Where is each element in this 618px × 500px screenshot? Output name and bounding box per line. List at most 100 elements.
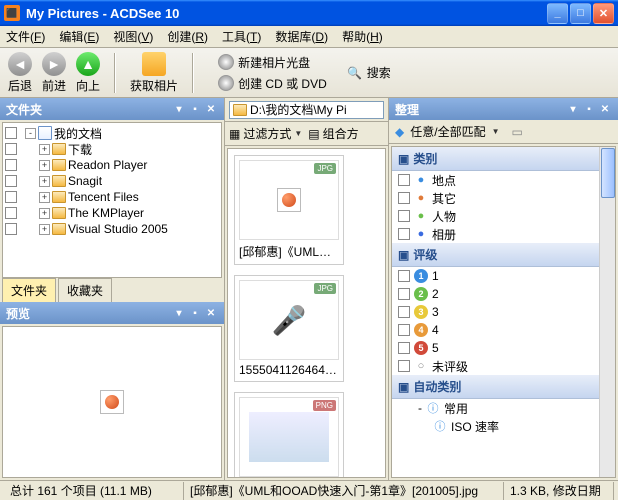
path-input[interactable]: D:\我的文档\My Pi (229, 101, 384, 119)
collapse-icon[interactable]: ▣ (398, 248, 409, 262)
rating-item[interactable]: 44 (392, 321, 615, 339)
item-label: 相册 (432, 226, 456, 243)
group-button[interactable]: ▤ 组合方 (308, 125, 358, 142)
panel-menu-icon[interactable]: ▾ (172, 102, 186, 116)
clear-icon[interactable]: ▭ (512, 125, 523, 139)
scrollbar[interactable] (599, 147, 615, 477)
tab-favorites[interactable]: 收藏夹 (58, 278, 112, 302)
checkbox[interactable] (398, 324, 410, 336)
checkbox[interactable] (398, 342, 410, 354)
menu-h[interactable]: 帮助(H) (342, 28, 383, 45)
checkbox[interactable] (5, 127, 17, 139)
checkbox[interactable] (398, 210, 410, 222)
checkbox[interactable] (398, 192, 410, 204)
group-header[interactable]: ▣评级 (392, 243, 615, 267)
back-button[interactable]: ◄ 后退 (8, 52, 32, 94)
group-header[interactable]: ▣类别 (392, 147, 615, 171)
tree-item[interactable]: +下载 (5, 141, 219, 157)
auto-common[interactable]: -ⓘ常用 (392, 399, 615, 417)
tree-item[interactable]: +Visual Studio 2005 (5, 221, 219, 237)
group-header[interactable]: ▣自动类别 (392, 375, 615, 399)
checkbox[interactable] (5, 207, 17, 219)
expand-icon[interactable]: + (39, 176, 50, 187)
status-file: [邱郁惠]《UML和OOAD快速入门-第1章》[201005].jpg (184, 482, 504, 500)
expand-icon[interactable]: - (418, 401, 422, 415)
checkbox[interactable] (5, 175, 17, 187)
checkbox[interactable] (5, 143, 17, 155)
tree-label: The KMPlayer (68, 206, 144, 220)
expand-icon[interactable]: + (39, 192, 50, 203)
checkbox[interactable] (398, 228, 410, 240)
get-photos-button[interactable]: 获取相片 (130, 52, 178, 94)
panel-menu-icon[interactable]: ▾ (566, 102, 580, 116)
panel-close-icon[interactable]: ✕ (598, 102, 612, 116)
tree-item[interactable]: +Snagit (5, 173, 219, 189)
organize-header: 整理 ▾ ▪ ✕ (389, 98, 618, 120)
panel-pin-icon[interactable]: ▪ (582, 102, 596, 116)
rating-unrated[interactable]: ○未评级 (392, 357, 615, 375)
category-item[interactable]: ●其它 (392, 189, 615, 207)
menu-e[interactable]: 编辑(E) (59, 28, 99, 45)
minimize-button[interactable]: _ (547, 3, 568, 24)
tree-label: Tencent Files (68, 190, 139, 204)
match-label[interactable]: 任意/全部匹配 (410, 123, 485, 140)
menu-r[interactable]: 创建(R) (167, 28, 208, 45)
checkbox[interactable] (398, 360, 410, 372)
expand-icon[interactable]: + (39, 144, 50, 155)
tree-item[interactable]: + Tencent Files (5, 189, 219, 205)
thumbnail[interactable]: 🎤JPG15550411264649559... (234, 275, 344, 382)
unrated-icon: ○ (414, 359, 428, 373)
menu-d[interactable]: 数据库(D) (275, 28, 328, 45)
category-item[interactable]: ●人物 (392, 207, 615, 225)
panel-menu-icon[interactable]: ▾ (172, 306, 186, 320)
format-badge: PNG (313, 400, 336, 411)
tab-folders[interactable]: 文件夹 (2, 278, 56, 302)
chevron-down-icon[interactable]: ▼ (492, 127, 500, 136)
expand-icon[interactable]: + (39, 160, 50, 171)
rating-item[interactable]: 33 (392, 303, 615, 321)
menu-t[interactable]: 工具(T) (222, 28, 261, 45)
close-button[interactable]: ✕ (593, 3, 614, 24)
expand-icon[interactable]: + (39, 224, 50, 235)
path-text: D:\我的文档\My Pi (250, 101, 347, 118)
search-button[interactable]: 🔍 搜索 (347, 64, 391, 81)
checkbox[interactable] (398, 174, 410, 186)
mic-icon: 🎤 (272, 304, 307, 337)
panel-pin-icon[interactable]: ▪ (188, 102, 202, 116)
checkbox[interactable] (5, 223, 17, 235)
rating-item[interactable]: 11 (392, 267, 615, 285)
create-cd-button[interactable]: 创建 CD 或 DVD (218, 75, 327, 92)
new-disc-button[interactable]: 新建相片光盘 (218, 54, 327, 71)
checkbox[interactable] (398, 306, 410, 318)
folder-tree[interactable]: -我的文档+下载+Readon Player+Snagit+Tencent Fi… (2, 122, 222, 278)
forward-button[interactable]: ► 前进 (42, 52, 66, 94)
scroll-thumb[interactable] (601, 148, 615, 198)
up-button[interactable]: ▲ 向上 (76, 52, 100, 94)
checkbox[interactable] (398, 270, 410, 282)
menu-v[interactable]: 视图(V) (113, 28, 153, 45)
collapse-icon[interactable]: ▣ (398, 380, 409, 394)
category-item[interactable]: ●相册 (392, 225, 615, 243)
panel-pin-icon[interactable]: ▪ (188, 306, 202, 320)
tree-item[interactable]: +Readon Player (5, 157, 219, 173)
maximize-button[interactable]: □ (570, 3, 591, 24)
panel-close-icon[interactable]: ✕ (204, 306, 218, 320)
menu-f[interactable]: 文件(F) (6, 28, 45, 45)
thumbnail[interactable]: PNG (234, 392, 344, 478)
tree-item[interactable]: + The KMPlayer (5, 205, 219, 221)
auto-iso[interactable]: ⓘISO 速率 (392, 417, 615, 435)
rating-item[interactable]: 55 (392, 339, 615, 357)
panel-close-icon[interactable]: ✕ (204, 102, 218, 116)
thumbnail-pane[interactable]: JPG[邱郁惠]《UML和O...🎤JPG15550411264649559..… (227, 148, 386, 478)
checkbox[interactable] (398, 288, 410, 300)
filter-button[interactable]: ▦ 过滤方式 ▼ (229, 125, 302, 142)
category-item[interactable]: ●地点 (392, 171, 615, 189)
rating-item[interactable]: 22 (392, 285, 615, 303)
thumbnail[interactable]: JPG[邱郁惠]《UML和O... (234, 155, 344, 265)
checkbox[interactable] (5, 191, 17, 203)
expand-icon[interactable]: - (25, 128, 36, 139)
expand-icon[interactable]: + (39, 208, 50, 219)
collapse-icon[interactable]: ▣ (398, 152, 409, 166)
tree-root[interactable]: -我的文档 (5, 125, 219, 141)
checkbox[interactable] (5, 159, 17, 171)
